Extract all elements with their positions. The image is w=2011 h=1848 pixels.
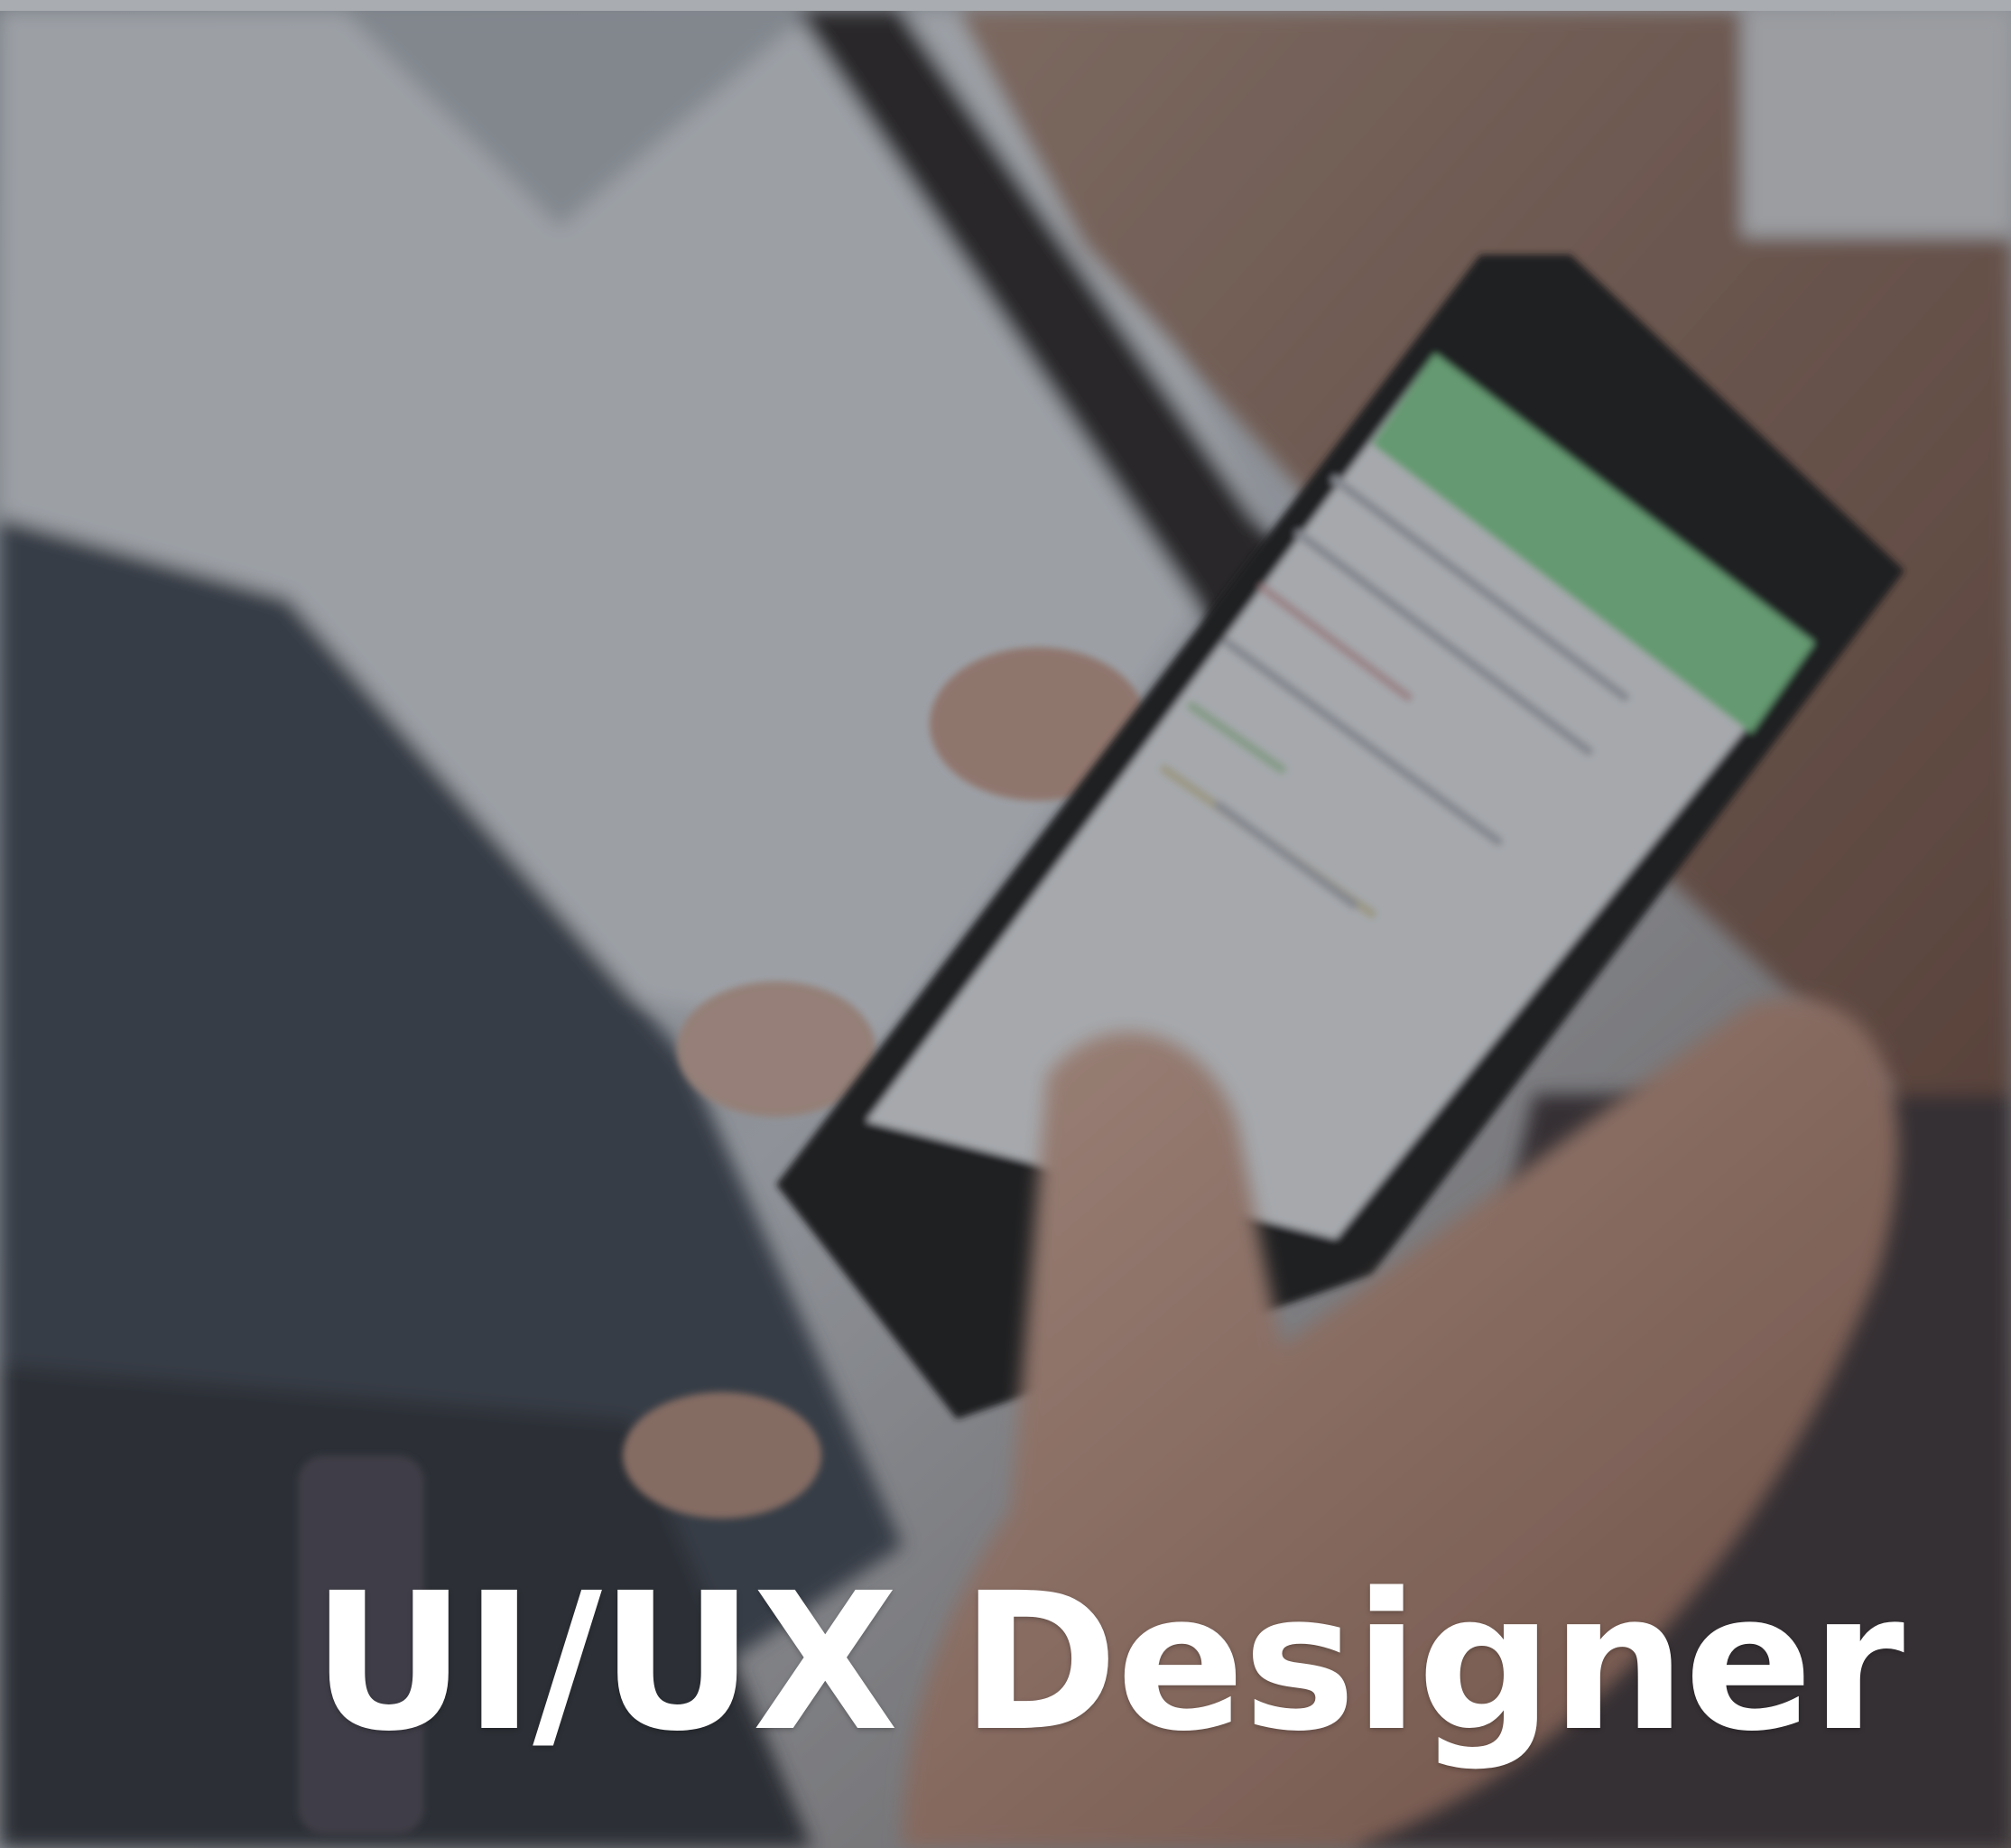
card-title: UI/UX Designer — [311, 1552, 1904, 1773]
top-border-strip — [0, 0, 2011, 11]
job-category-card[interactable]: UI/UX Designer — [0, 11, 2011, 1848]
